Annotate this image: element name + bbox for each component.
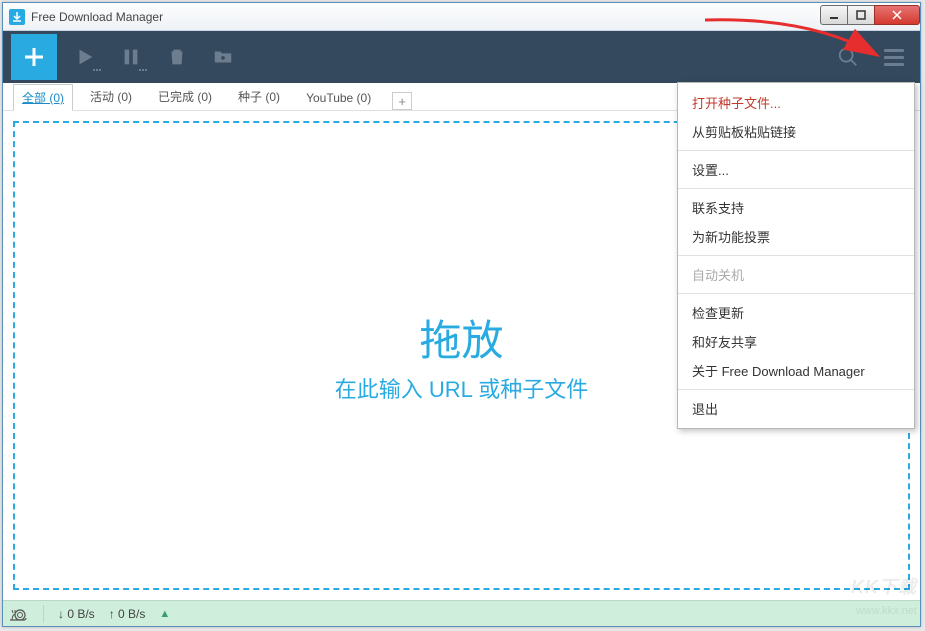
close-button[interactable] [874, 5, 920, 25]
menu-open-torrent[interactable]: 打开种子文件... [678, 88, 914, 117]
minimize-button[interactable] [820, 5, 848, 25]
play-button[interactable] [67, 39, 103, 75]
download-speed: ↓ 0 B/s [58, 607, 95, 621]
tab-all[interactable]: 全部 (0) [13, 84, 73, 111]
pause-button[interactable] [113, 39, 149, 75]
hamburger-menu-button[interactable] [876, 39, 912, 75]
menu-check-update[interactable]: 检查更新 [678, 298, 914, 327]
menu-settings[interactable]: 设置... [678, 155, 914, 184]
expand-status-icon[interactable]: ▲ [159, 608, 170, 620]
menu-shutdown: 自动关机 [678, 260, 914, 289]
menu-paste-clipboard[interactable]: 从剪贴板粘贴链接 [678, 117, 914, 146]
window-title: Free Download Manager [31, 10, 821, 24]
maximize-button[interactable] [847, 5, 875, 25]
window-buttons [821, 5, 920, 25]
drop-subtitle: 在此输入 URL 或种子文件 [335, 372, 588, 404]
app-icon [9, 9, 25, 25]
add-download-button[interactable] [11, 34, 57, 80]
status-bar: ↓ 0 B/s ↑ 0 B/s ▲ [3, 600, 920, 626]
watermark-brand: KK下载 [851, 573, 917, 599]
upload-speed: ↑ 0 B/s [109, 607, 146, 621]
titlebar: Free Download Manager [3, 3, 920, 31]
snail-icon[interactable] [7, 605, 29, 623]
menu-about[interactable]: 关于 Free Download Manager [678, 356, 914, 385]
tab-active[interactable]: 活动 (0) [81, 83, 141, 110]
drop-title: 拖放 [419, 307, 503, 368]
search-button[interactable] [830, 39, 866, 75]
watermark-url: www.kkx.net [856, 605, 917, 617]
tab-youtube[interactable]: YouTube (0) [297, 86, 380, 110]
tab-completed[interactable]: 已完成 (0) [149, 83, 221, 110]
toolbar [3, 31, 920, 83]
delete-button[interactable] [159, 39, 195, 75]
tab-torrents[interactable]: 种子 (0) [229, 83, 289, 110]
main-menu-dropdown: 打开种子文件... 从剪贴板粘贴链接 设置... 联系支持 为新功能投票 自动关… [677, 82, 915, 429]
menu-contact[interactable]: 联系支持 [678, 193, 914, 222]
menu-vote[interactable]: 为新功能投票 [678, 222, 914, 251]
folder-button[interactable] [205, 39, 241, 75]
menu-exit[interactable]: 退出 [678, 394, 914, 423]
menu-share[interactable]: 和好友共享 [678, 327, 914, 356]
add-tab-button[interactable]: + [392, 92, 412, 110]
